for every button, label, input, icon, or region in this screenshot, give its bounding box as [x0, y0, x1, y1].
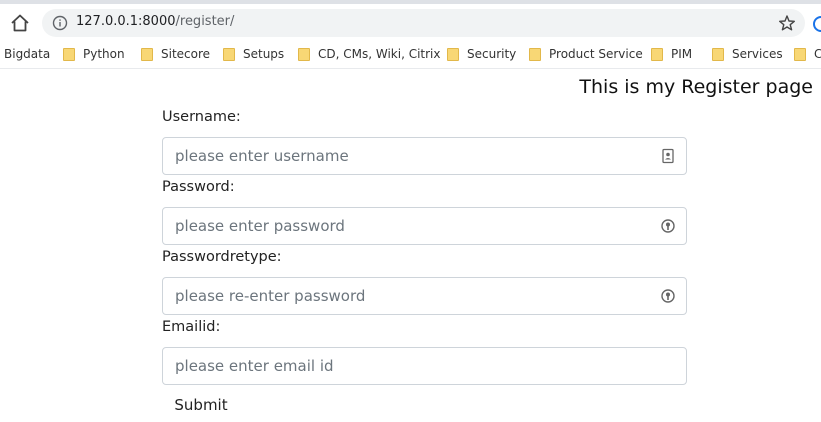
password-label: Password: [162, 179, 235, 195]
info-icon[interactable] [52, 15, 68, 31]
key-icon[interactable] [660, 218, 676, 234]
url-path: /register/ [175, 14, 235, 29]
contact-card-icon[interactable] [660, 148, 676, 164]
bookmark-label: Python [83, 47, 125, 61]
folder-icon [794, 47, 806, 61]
password-retype-label: Passwordretype: [162, 249, 282, 265]
bookmarks-bar: Bigdata Python Sitecore Setups CD, CMs, … [0, 40, 821, 69]
bookmark-label: Sitecore [161, 47, 211, 61]
folder-icon [529, 47, 541, 61]
email-input[interactable] [163, 348, 686, 384]
bookmark-label: PIM [671, 47, 693, 61]
username-field-box [162, 137, 687, 175]
bookmark-label: CD, CMs, Wiki, Citrix [318, 47, 441, 61]
bookmark-c[interactable]: C [794, 45, 821, 63]
folder-icon [141, 47, 153, 61]
bookmark-sitecore[interactable]: Sitecore [141, 45, 210, 63]
bookmark-label: Product Service [549, 47, 643, 61]
folder-icon [651, 47, 663, 61]
password-field-box [162, 207, 687, 245]
password-retype-input[interactable] [163, 278, 686, 314]
browser-toolbar: 127.0.0.1:8000/register/ [0, 4, 821, 40]
profile-icon[interactable] [813, 16, 821, 32]
home-icon[interactable] [9, 12, 31, 34]
bookmark-star-icon[interactable] [778, 14, 796, 32]
bookmark-services[interactable]: Services [712, 45, 783, 63]
bookmark-label: Services [732, 47, 783, 61]
bookmark-label: Bigdata [4, 47, 51, 61]
bookmark-python[interactable]: Python [63, 45, 125, 63]
password-input[interactable] [163, 208, 686, 244]
username-input[interactable] [163, 138, 686, 174]
bookmark-label: Setups [243, 47, 285, 61]
bookmark-label: C [814, 47, 821, 61]
page-title: This is my Register page [579, 76, 813, 98]
bookmark-setups[interactable]: Setups [223, 45, 284, 63]
url-host: 127.0.0.1:8000 [76, 14, 176, 29]
folder-icon [63, 47, 75, 61]
key-icon[interactable] [660, 288, 676, 304]
bookmark-label: Security [467, 47, 517, 61]
username-label: Username: [162, 109, 241, 125]
email-field-box [162, 347, 687, 385]
folder-icon [298, 47, 310, 61]
folder-icon [712, 47, 724, 61]
bookmark-product-service[interactable]: Product Service [529, 45, 643, 63]
bookmark-security[interactable]: Security [447, 45, 516, 63]
folder-icon [223, 47, 235, 61]
bookmark-pim[interactable]: PIM [651, 45, 692, 63]
password-retype-field-box [162, 277, 687, 315]
email-label: Emailid: [162, 319, 221, 335]
submit-button[interactable]: Submit [162, 390, 240, 420]
bookmark-bigdata[interactable]: Bigdata [4, 45, 50, 63]
address-bar[interactable]: 127.0.0.1:8000/register/ [42, 9, 805, 37]
folder-icon [447, 47, 459, 61]
bookmark-cd-cms[interactable]: CD, CMs, Wiki, Citrix [298, 45, 441, 63]
url-text: 127.0.0.1:8000/register/ [76, 14, 234, 29]
